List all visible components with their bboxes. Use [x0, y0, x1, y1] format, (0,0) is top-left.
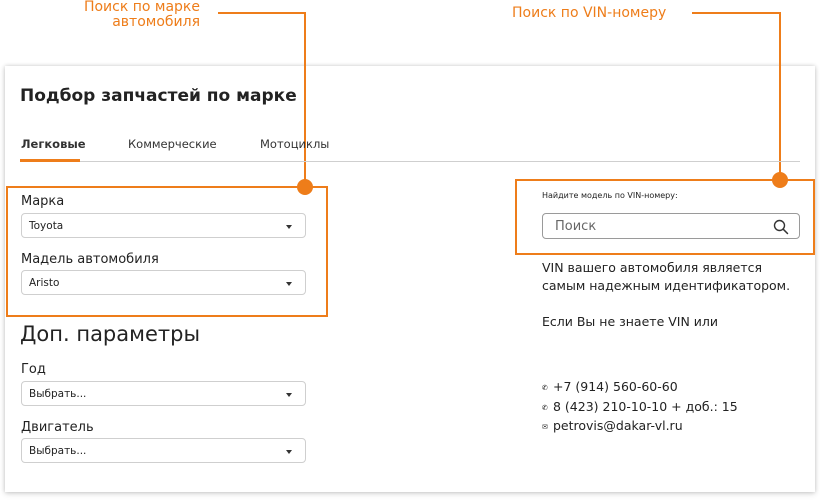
engine-value: Выбрать...: [29, 445, 87, 457]
phone-2-text: 8 (423) 210-10-10 + доб.: 15: [553, 399, 738, 414]
chevron-down-icon: [286, 282, 292, 286]
model-label: Мадель автомобиля: [21, 252, 159, 267]
annotation-line-left-h: [218, 12, 306, 14]
phone-icon: ✆: [542, 383, 548, 392]
active-tab-indicator: [20, 159, 80, 162]
vin-description-line1: VIN вашего автомобиля является: [542, 260, 763, 275]
vin-description-line3: Если Вы не знаете VIN или: [542, 314, 719, 329]
annotation-line-right-h: [692, 12, 781, 14]
make-value: Toyota: [29, 220, 64, 232]
engine-select[interactable]: Выбрать...: [21, 438, 306, 463]
model-value: Aristo: [29, 277, 60, 289]
tab-motorcycles[interactable]: Мотоциклы: [260, 137, 329, 151]
model-select[interactable]: Aristo: [21, 270, 306, 295]
make-label: Марка: [21, 194, 65, 209]
annotation-make-search: Поиск по марке автомобиля: [83, 0, 200, 30]
year-label: Год: [21, 362, 46, 377]
vin-description-line2: самым надежным идентификатором.: [542, 278, 791, 293]
phone-1-text: +7 (914) 560-60-60: [553, 379, 678, 394]
annotation-line-right-v: [779, 12, 781, 180]
annotation-vin-search: Поиск по VIN-номеру: [512, 5, 667, 21]
page: Поиск по марке автомобиля Поиск по VIN-н…: [0, 0, 820, 501]
engine-label: Двигатель: [21, 420, 94, 435]
vin-search-input[interactable]: [555, 218, 755, 235]
tab-commercial[interactable]: Коммерческие: [128, 137, 217, 151]
make-select[interactable]: Toyota: [21, 213, 306, 238]
contact-phone-2[interactable]: ✆ 8 (423) 210-10-10 + доб.: 15: [542, 399, 738, 414]
tab-cars[interactable]: Легковые: [21, 137, 86, 151]
contact-email[interactable]: ✉ petrovis@dakar-vl.ru: [542, 418, 683, 433]
search-icon[interactable]: [773, 219, 789, 235]
year-value: Выбрать...: [29, 388, 87, 400]
chevron-down-icon: [286, 450, 292, 454]
email-text: petrovis@dakar-vl.ru: [553, 418, 683, 433]
chevron-down-icon: [286, 393, 292, 397]
page-title: Подбор запчастей по марке: [20, 86, 297, 106]
contact-phone-1[interactable]: ✆ +7 (914) 560-60-60: [542, 379, 678, 394]
chevron-down-icon: [286, 225, 292, 229]
vin-search-box: [542, 213, 800, 239]
tabs-divider: [20, 161, 800, 162]
year-select[interactable]: Выбрать...: [21, 381, 306, 406]
mail-icon: ✉: [542, 422, 548, 431]
phone-icon: ✆: [542, 403, 548, 412]
extra-params-title: Доп. параметры: [20, 322, 201, 346]
vin-label: Найдите модель по VIN-номеру:: [542, 191, 678, 200]
